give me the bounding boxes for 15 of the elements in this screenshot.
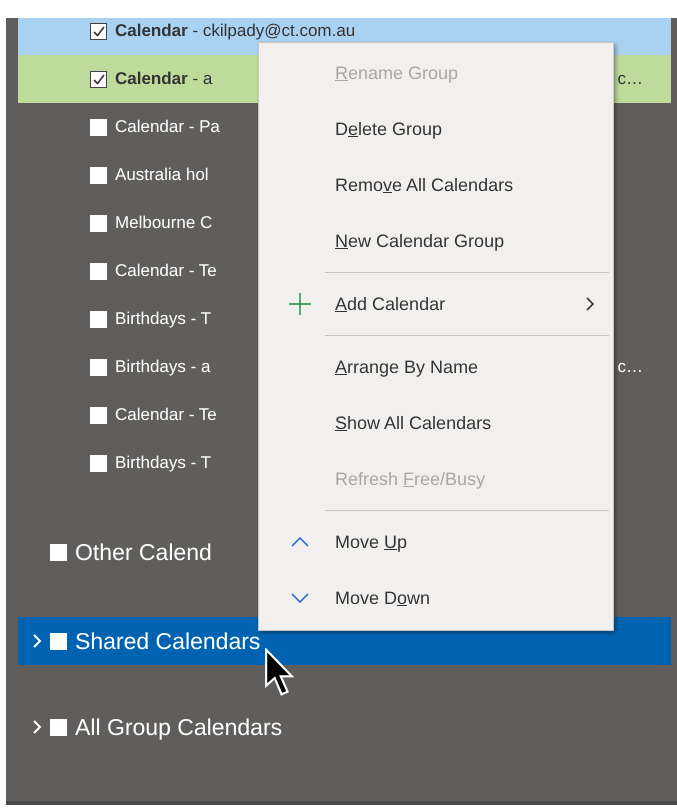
- group-name: Other Calend: [75, 538, 212, 566]
- calendar-name: Calendar - Pa: [115, 117, 220, 137]
- calendar-name: Calendar - Te: [115, 261, 217, 281]
- calendar-name: Birthdays - a: [115, 357, 210, 377]
- calendar-name: Australia hol: [115, 165, 209, 185]
- calendar-name: Birthdays - T: [115, 453, 212, 473]
- calendar-name: Calendar - Te: [115, 405, 217, 425]
- calendar-name: Melbourne C: [115, 213, 212, 233]
- calendar-name-end: c…: [618, 357, 643, 377]
- calendar-name: Calendar - a: [115, 69, 212, 89]
- group-name: All Group Calendars: [75, 714, 282, 740]
- group-name: Shared Calendars: [75, 628, 260, 654]
- calendar-name: Birthdays - T: [115, 309, 212, 329]
- calendar-name: Calendar - ckilpady@ct.com.au: [115, 21, 356, 41]
- calendar-name-end: c…: [618, 69, 643, 89]
